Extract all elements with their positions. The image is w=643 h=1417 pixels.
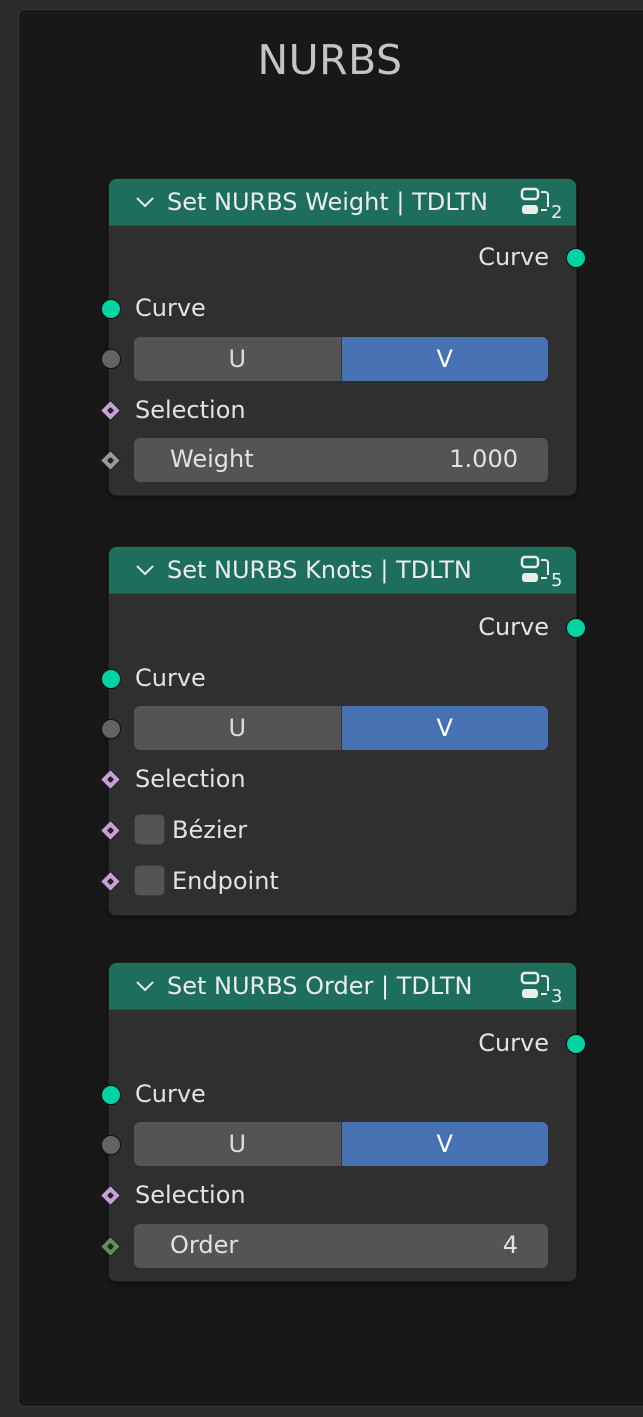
bezier-label: Bézier [172, 816, 248, 844]
node-title: Set NURBS Order | TDLTN [167, 972, 473, 1000]
input-curve-socket[interactable] [101, 669, 121, 689]
chevron-down-icon[interactable] [135, 192, 155, 212]
node-header[interactable]: Set NURBS Order | TDLTN 3 [109, 963, 576, 1010]
node-group-icon[interactable] [519, 970, 553, 1002]
chevron-down-icon[interactable] [135, 976, 155, 996]
weight-value: 1.000 [449, 445, 518, 473]
uv-toggle[interactable]: U V [134, 1122, 548, 1166]
node-group-icon[interactable] [519, 554, 553, 586]
output-curve-label: Curve [478, 1029, 549, 1057]
weight-label: Weight [170, 445, 254, 473]
v-toggle-button[interactable]: V [340, 337, 548, 381]
input-curve-socket[interactable] [101, 1085, 121, 1105]
node-group-icon[interactable] [519, 186, 553, 218]
input-curve-socket[interactable] [101, 299, 121, 319]
order-value: 4 [502, 1231, 518, 1259]
output-curve-socket[interactable] [566, 248, 586, 268]
node-header[interactable]: Set NURBS Knots | TDLTN 5 [109, 547, 576, 594]
selection-label: Selection [135, 1181, 246, 1209]
mode-socket[interactable] [101, 1135, 121, 1155]
output-curve-socket[interactable] [566, 1034, 586, 1054]
group-user-count: 3 [551, 986, 563, 1007]
input-curve-label: Curve [135, 664, 206, 692]
output-curve-label: Curve [478, 613, 549, 641]
bezier-checkbox[interactable] [134, 814, 165, 845]
uv-toggle[interactable]: U V [134, 706, 548, 750]
group-user-count: 5 [551, 570, 563, 591]
weight-field[interactable]: Weight 1.000 [134, 438, 548, 482]
v-toggle-button[interactable]: V [340, 706, 548, 750]
output-curve-label: Curve [478, 243, 549, 271]
selection-label: Selection [135, 396, 246, 424]
set-nurbs-weight-node[interactable]: Set NURBS Weight | TDLTN 2 Curve Curve U… [99, 178, 586, 496]
set-nurbs-order-node[interactable]: Set NURBS Order | TDLTN 3 Curve Curve U … [99, 962, 586, 1282]
mode-socket[interactable] [101, 719, 121, 739]
node-title: Set NURBS Weight | TDLTN [167, 188, 488, 216]
u-toggle-button[interactable]: U [134, 1122, 341, 1166]
input-curve-label: Curve [135, 1080, 206, 1108]
node-title: Set NURBS Knots | TDLTN [167, 556, 472, 584]
group-user-count: 2 [551, 202, 563, 223]
order-field[interactable]: Order 4 [134, 1224, 548, 1268]
node-header[interactable]: Set NURBS Weight | TDLTN 2 [109, 179, 576, 226]
u-toggle-button[interactable]: U [134, 706, 341, 750]
order-label: Order [170, 1231, 239, 1259]
v-toggle-button[interactable]: V [340, 1122, 548, 1166]
mode-socket[interactable] [101, 349, 121, 369]
u-toggle-button[interactable]: U [134, 337, 341, 381]
input-curve-label: Curve [135, 294, 206, 322]
endpoint-label: Endpoint [172, 867, 279, 895]
endpoint-checkbox[interactable] [134, 865, 165, 896]
frame-title: NURBS [257, 36, 403, 84]
uv-toggle[interactable]: U V [134, 337, 548, 381]
output-curve-socket[interactable] [566, 618, 586, 638]
selection-label: Selection [135, 765, 246, 793]
chevron-down-icon[interactable] [135, 560, 155, 580]
set-nurbs-knots-node[interactable]: Set NURBS Knots | TDLTN 5 Curve Curve U … [99, 546, 586, 916]
